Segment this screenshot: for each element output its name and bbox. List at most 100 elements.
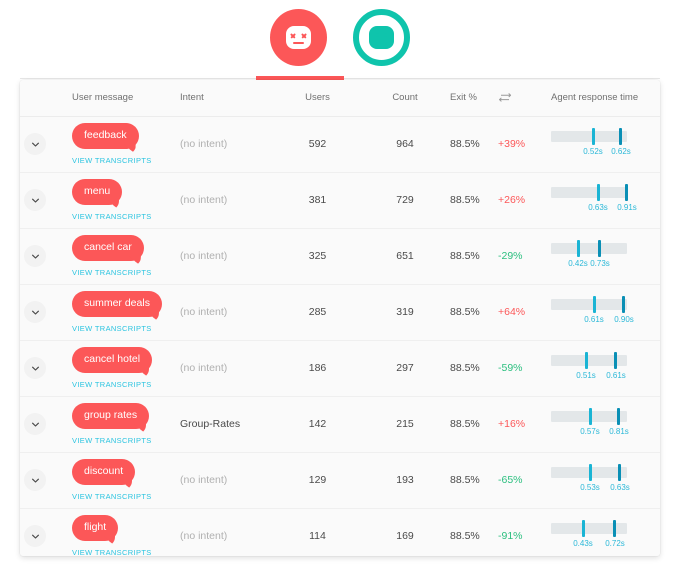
expand-wrap xyxy=(20,229,50,284)
message-bubble[interactable]: group rates xyxy=(72,403,150,429)
exit-delta-cell: -59% xyxy=(498,362,523,374)
view-transcripts-link[interactable]: VIEW TRANSCRIPTS xyxy=(72,268,152,277)
expand-row-button[interactable] xyxy=(24,189,46,211)
expand-row-button[interactable] xyxy=(24,525,46,547)
exit-percent-cell: 88.5% xyxy=(450,306,480,318)
user-message-cell: summer deals VIEW TRANSCRIPTS xyxy=(50,284,180,340)
expand-wrap xyxy=(20,173,50,228)
column-header-sort-toggle[interactable] xyxy=(498,80,543,117)
gauge-marker-first xyxy=(577,240,580,257)
table-row[interactable]: flight VIEW TRANSCRIPTS (no intent) 114 169 8… xyxy=(20,508,660,556)
message-bubble[interactable]: cancel car xyxy=(72,235,144,261)
chevron-down-icon xyxy=(30,475,41,486)
column-header-count[interactable]: Count xyxy=(360,80,450,117)
agent-response-time-cell: 0.51s 0.61s xyxy=(543,340,660,396)
expand-cell xyxy=(20,452,50,508)
view-transcripts-link[interactable]: VIEW TRANSCRIPTS xyxy=(72,436,152,445)
gauge-label-second: 0.73s xyxy=(590,259,610,268)
users-cell: 592 xyxy=(308,138,327,150)
message-bubble[interactable]: summer deals xyxy=(72,291,162,317)
expand-cell xyxy=(20,284,50,340)
eye-x-right xyxy=(301,32,307,38)
negative-sentiment-tab[interactable] xyxy=(270,9,327,66)
expand-row-button[interactable] xyxy=(24,413,46,435)
user-message-cell: cancel hotel VIEW TRANSCRIPTS xyxy=(50,340,180,396)
view-transcripts-link[interactable]: VIEW TRANSCRIPTS xyxy=(72,492,152,501)
neutral-face-ring-icon xyxy=(369,26,394,49)
users-cell: 325 xyxy=(308,250,327,262)
expand-cell xyxy=(20,172,50,228)
exit-delta-cell: -29% xyxy=(498,250,523,262)
table-row[interactable]: feedback VIEW TRANSCRIPTS (no intent) 592 96… xyxy=(20,116,660,172)
count-cell: 215 xyxy=(396,418,414,430)
column-header-intent[interactable]: Intent xyxy=(180,80,275,117)
view-transcripts-link[interactable]: VIEW TRANSCRIPTS xyxy=(72,324,152,333)
gauge-marker-second xyxy=(619,128,622,145)
gauge-marker-second xyxy=(613,520,616,537)
table-row[interactable]: cancel hotel VIEW TRANSCRIPTS (no intent) 1… xyxy=(20,340,660,396)
gauge-marker-second xyxy=(622,296,625,313)
table-row[interactable]: cancel car VIEW TRANSCRIPTS (no intent) 325… xyxy=(20,228,660,284)
gauge-track xyxy=(551,131,627,142)
gauge-label-first: 0.53s xyxy=(580,483,600,492)
gauge-marker-first xyxy=(593,296,596,313)
table-body: feedback VIEW TRANSCRIPTS (no intent) 592 96… xyxy=(20,116,660,556)
sentiment-tabbar xyxy=(0,0,680,82)
response-time-gauge: 0.57s 0.81s xyxy=(551,407,651,441)
message-bubble[interactable]: feedback xyxy=(72,123,139,149)
dead-face-icon xyxy=(286,26,311,49)
count-cell: 169 xyxy=(396,530,414,542)
view-transcripts-link[interactable]: VIEW TRANSCRIPTS xyxy=(72,548,152,556)
exit-percent-cell: 88.5% xyxy=(450,530,480,542)
user-message-cell: menu VIEW TRANSCRIPTS xyxy=(50,172,180,228)
view-transcripts-link[interactable]: VIEW TRANSCRIPTS xyxy=(72,156,152,165)
gauge-label-first: 0.57s xyxy=(580,427,600,436)
face-eyes xyxy=(376,32,387,39)
chevron-down-icon xyxy=(30,195,41,206)
gauge-label-first: 0.52s xyxy=(583,147,603,156)
column-header-users[interactable]: Users xyxy=(275,80,360,117)
swap-sort-icon xyxy=(498,92,512,103)
column-header-agent-response-time[interactable]: Agent response time xyxy=(543,80,660,117)
response-time-gauge: 0.53s 0.63s xyxy=(551,463,651,497)
gauge-marker-second xyxy=(617,408,620,425)
expand-row-button[interactable] xyxy=(24,301,46,323)
user-message-cell: cancel car VIEW TRANSCRIPTS xyxy=(50,228,180,284)
gauge-marker-first xyxy=(597,184,600,201)
gauge-label-second: 0.61s xyxy=(606,371,626,380)
intent-cell: Group-Rates xyxy=(180,418,241,430)
message-bubble[interactable]: menu xyxy=(72,179,123,205)
expand-row-button[interactable] xyxy=(24,245,46,267)
table-row[interactable]: menu VIEW TRANSCRIPTS (no intent) 381 729 88.… xyxy=(20,172,660,228)
agent-response-time-cell: 0.63s 0.91s xyxy=(543,172,660,228)
chevron-down-icon xyxy=(30,307,41,318)
view-transcripts-link[interactable]: VIEW TRANSCRIPTS xyxy=(72,380,152,389)
message-bubble[interactable]: flight xyxy=(72,515,119,541)
intent-cell: (no intent) xyxy=(180,250,228,262)
expand-column-header xyxy=(20,80,50,117)
exit-percent-cell: 88.5% xyxy=(450,194,480,206)
gauge-label-first: 0.61s xyxy=(584,315,604,324)
positive-sentiment-tab[interactable] xyxy=(353,9,410,66)
gauge-track xyxy=(551,299,627,310)
message-bubble[interactable]: cancel hotel xyxy=(72,347,153,373)
gauge-label-first: 0.63s xyxy=(588,203,608,212)
gauge-marker-first xyxy=(589,408,592,425)
column-header-exit-percent[interactable]: Exit % xyxy=(450,80,498,117)
gauge-marker-first xyxy=(592,128,595,145)
expand-row-button[interactable] xyxy=(24,469,46,491)
expand-cell xyxy=(20,396,50,452)
gauge-label-second: 0.90s xyxy=(614,315,634,324)
table-row[interactable]: group rates VIEW TRANSCRIPTS Group-Rates 14… xyxy=(20,396,660,452)
message-bubble[interactable]: discount xyxy=(72,459,136,485)
eye-dot-right xyxy=(384,33,387,37)
expand-row-button[interactable] xyxy=(24,357,46,379)
users-cell: 129 xyxy=(308,474,327,486)
table-row[interactable]: summer deals VIEW TRANSCRIPTS (no intent) 2… xyxy=(20,284,660,340)
column-header-user-message[interactable]: User message xyxy=(50,80,180,117)
table-row[interactable]: discount VIEW TRANSCRIPTS (no intent) 129 19… xyxy=(20,452,660,508)
gauge-marker-second xyxy=(618,464,621,481)
view-transcripts-link[interactable]: VIEW TRANSCRIPTS xyxy=(72,212,152,221)
expand-row-button[interactable] xyxy=(24,133,46,155)
user-message-cell: feedback VIEW TRANSCRIPTS xyxy=(50,116,180,172)
